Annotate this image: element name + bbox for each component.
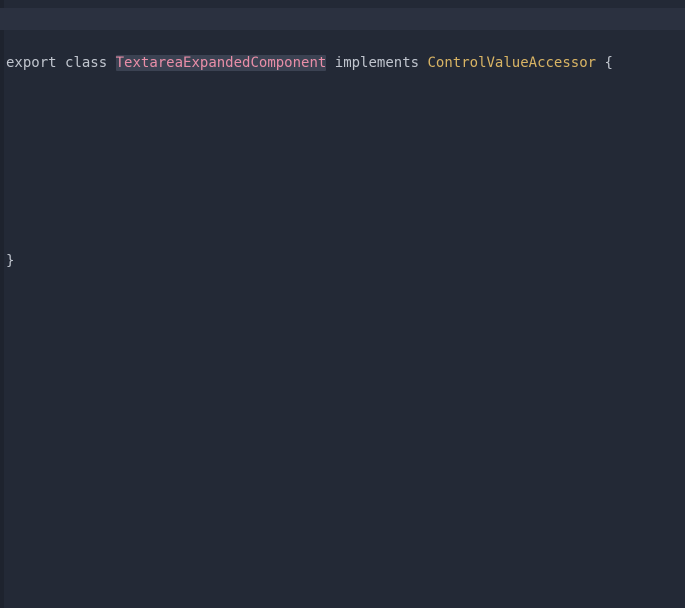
code-line[interactable] (6, 118, 685, 140)
brace-open: { (605, 55, 613, 71)
brace-close: } (6, 253, 14, 269)
keyword-implements: implements (335, 55, 419, 71)
code-line[interactable] (6, 184, 685, 206)
code-area[interactable]: export class TextareaExpandedComponent i… (0, 0, 685, 316)
class-name-token: TextareaExpandedComponent (116, 55, 327, 71)
interface-name-token: ControlValueAccessor (428, 55, 597, 71)
code-line[interactable]: } (6, 250, 685, 272)
code-line[interactable]: export class TextareaExpandedComponent i… (6, 52, 685, 74)
code-editor[interactable]: export class TextareaExpandedComponent i… (0, 0, 685, 608)
keyword-export: export (6, 55, 57, 71)
keyword-class: class (65, 55, 107, 71)
